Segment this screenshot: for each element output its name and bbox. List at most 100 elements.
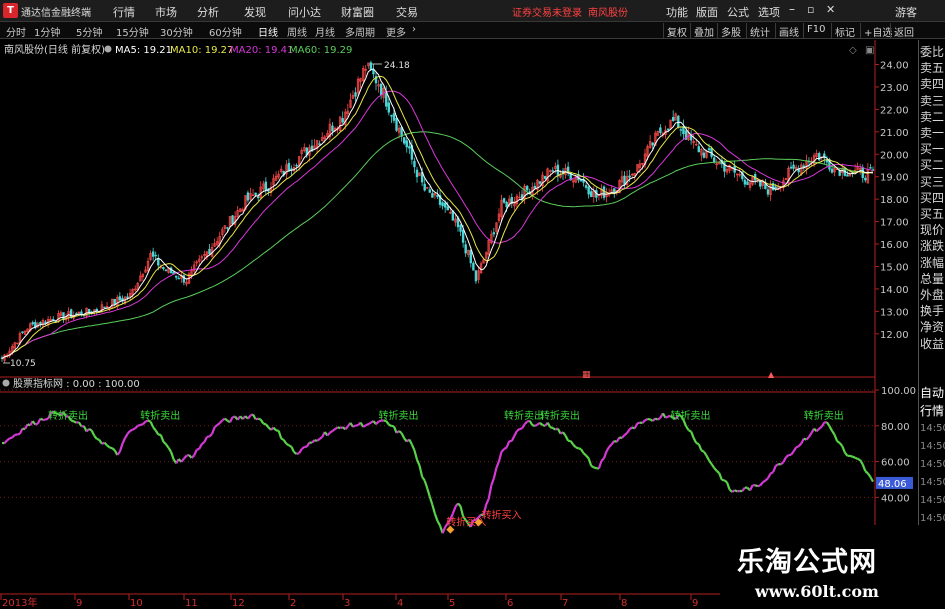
- menu-formula[interactable]: 公式: [727, 4, 749, 20]
- period-60min[interactable]: 60分钟: [209, 24, 242, 39]
- auto-quote-toggle-1[interactable]: 行情: [920, 403, 945, 419]
- candle: [182, 273, 186, 286]
- draw-line-button[interactable]: 画线: [775, 23, 802, 39]
- candle: [118, 292, 122, 302]
- indicator-segment: [267, 426, 272, 431]
- indicator-segment: [24, 423, 29, 430]
- indicator-axis: 100.00 80.00 60.00 40.00 48.06: [875, 386, 916, 504]
- candle: [418, 172, 421, 177]
- candle: [223, 225, 227, 233]
- menu-trade[interactable]: 交易: [396, 4, 418, 20]
- collapse-icon[interactable]: ◇: [849, 45, 857, 56]
- more-chevron-icon[interactable]: ›: [412, 24, 416, 35]
- menu-options[interactable]: 选项: [758, 4, 780, 20]
- event-marker-icon[interactable]: ▲: [768, 370, 775, 379]
- period-monthly[interactable]: 月线: [315, 24, 335, 39]
- indicator-segment: [109, 446, 113, 450]
- indicator-segment: [196, 447, 200, 451]
- candle: [341, 111, 344, 126]
- period-intraday[interactable]: 分时: [6, 24, 26, 39]
- panel-menu-icon[interactable]: ▣: [865, 45, 874, 56]
- candle: [467, 249, 470, 258]
- info-marker-icon[interactable]: ▦: [582, 370, 591, 380]
- candle: [233, 211, 237, 228]
- ma20-label: MA20: 19.41: [230, 45, 293, 56]
- indicator-segment: [534, 423, 538, 427]
- period-30min[interactable]: 30分钟: [160, 24, 193, 39]
- candle: [472, 261, 475, 271]
- menu-functions[interactable]: 功能: [666, 4, 688, 20]
- indicator-segment: [436, 520, 442, 527]
- settings-dot-icon[interactable]: [104, 45, 112, 53]
- indicator-segment: [329, 430, 334, 434]
- period-1min[interactable]: 1分钟: [34, 24, 60, 39]
- quote-field-1: 卖五: [920, 61, 945, 76]
- sell-signal-label: 转折卖出: [379, 409, 419, 422]
- period-weekly[interactable]: 周线: [287, 24, 307, 39]
- candle: [500, 194, 503, 223]
- period-multi[interactable]: 多周期: [345, 24, 375, 39]
- price-tick-label: 22.00: [880, 105, 909, 116]
- auto-quote-toggle-0[interactable]: 自动: [920, 385, 945, 401]
- candle: [49, 316, 52, 322]
- indicator-segment: [213, 424, 218, 429]
- indicator-segment: [723, 479, 728, 484]
- candle: [869, 163, 872, 169]
- indicator-segment: [277, 430, 283, 439]
- restore-icon[interactable]: ▫: [807, 3, 814, 16]
- menu-layout[interactable]: 版面: [696, 4, 718, 20]
- back-button[interactable]: 返回: [890, 23, 917, 39]
- high-price-label: 24.18: [384, 61, 410, 71]
- indicator-segment: [700, 449, 705, 453]
- candle: [438, 189, 442, 208]
- indicator-segment: [582, 452, 587, 457]
- period-daily[interactable]: 日线: [258, 24, 278, 39]
- mark-button[interactable]: 标记: [831, 23, 858, 39]
- indicator-segment: [731, 489, 736, 493]
- candle: [784, 177, 788, 180]
- menu-wealth-circle[interactable]: 财富圈: [341, 4, 374, 20]
- menu-ask-xiaoda[interactable]: 问小达: [288, 4, 321, 20]
- indicator-segment: [3, 439, 8, 444]
- candle: [702, 148, 706, 159]
- menu-analysis[interactable]: 分析: [197, 4, 219, 20]
- candle: [144, 266, 147, 274]
- login-notice[interactable]: 证券交易未登录: [512, 4, 582, 19]
- adjust-button[interactable]: 复权: [663, 23, 690, 39]
- indicator-segment: [713, 467, 718, 472]
- quote-field-5: 卖一: [920, 126, 945, 140]
- candle: [269, 181, 273, 197]
- indicator-segment: [85, 428, 90, 433]
- indicator-segment: [831, 430, 836, 436]
- candle: [59, 310, 63, 318]
- indicator-segment: [118, 443, 124, 453]
- period-15min[interactable]: 15分钟: [116, 24, 149, 39]
- indicator-segment: [311, 439, 316, 444]
- indicator-segment: [818, 425, 823, 430]
- candle: [379, 83, 383, 100]
- menu-discover[interactable]: 发现: [244, 4, 266, 20]
- guest-user[interactable]: 游客: [895, 4, 917, 20]
- close-icon[interactable]: ✕: [826, 3, 835, 16]
- menu-market-quotes[interactable]: 行情: [113, 4, 135, 20]
- candle: [274, 171, 278, 181]
- statistics-button[interactable]: 统计: [746, 23, 773, 39]
- candle: [533, 182, 537, 189]
- multi-stock-button[interactable]: 多股: [717, 23, 744, 39]
- period-5min[interactable]: 5分钟: [76, 24, 102, 39]
- overlay-button[interactable]: 叠加: [690, 23, 717, 39]
- period-more[interactable]: 更多: [386, 24, 406, 39]
- ma5-line: [1, 68, 874, 360]
- candle: [454, 214, 457, 227]
- quote-field-8: 买三: [920, 174, 945, 189]
- indicator-segment: [725, 481, 731, 490]
- f10-button[interactable]: F10: [803, 23, 828, 38]
- indicator-settings-icon[interactable]: [2, 379, 10, 387]
- menu-market[interactable]: 市场: [155, 4, 177, 20]
- indicator-last-value: 48.06: [878, 479, 907, 490]
- chart-area[interactable]: 24.00 23.00 22.00 21.00 20.00 19.00 18.00 17.00…: [0, 40, 918, 609]
- sell-signal-label: 转折卖出: [48, 409, 88, 422]
- minimize-icon[interactable]: –: [789, 2, 795, 16]
- candle: [23, 330, 27, 335]
- indicator-segment: [759, 481, 764, 487]
